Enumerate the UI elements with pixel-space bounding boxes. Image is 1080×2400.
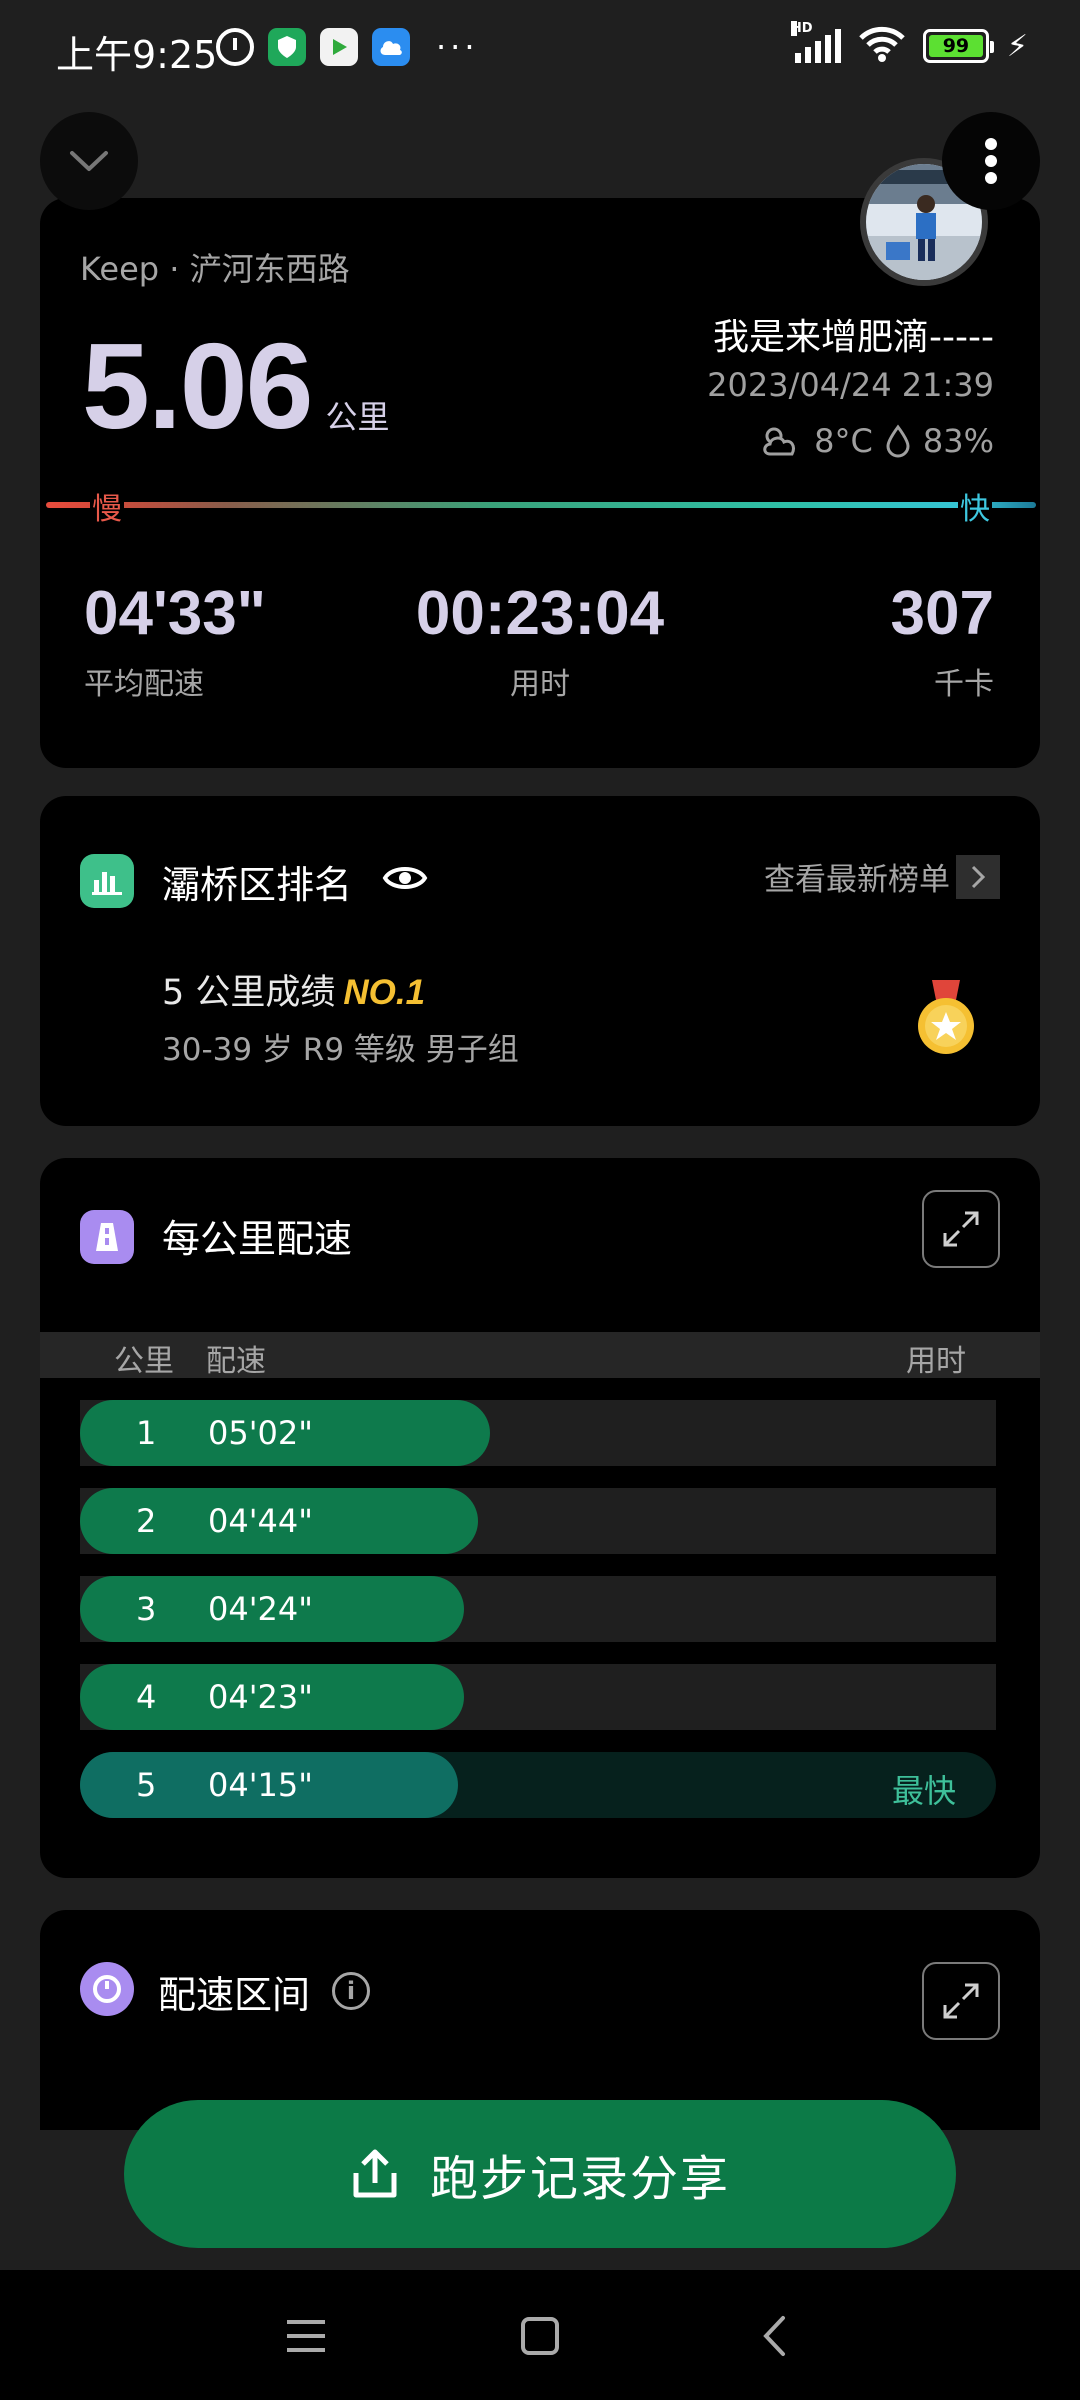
calories-label: 千卡 xyxy=(934,667,994,702)
fastest-badge: 最快 xyxy=(891,1772,956,1810)
collapse-button[interactable] xyxy=(40,112,138,210)
home-icon xyxy=(521,2317,559,2355)
humidity-icon xyxy=(886,424,910,458)
run-summary-card: Keep · 浐河东西路 5.06 公里 我是来增肥滴----- 2023/04… xyxy=(40,198,1040,768)
status-icons-left: ··· xyxy=(216,28,479,66)
status-bar: 上午9:25 ··· HD 99 ⚡ xyxy=(0,0,1080,96)
status-icons-right: HD 99 ⚡ xyxy=(790,21,1028,66)
pace-km: 1 xyxy=(136,1414,157,1452)
pace-table-header: 公里 配速 用时 xyxy=(40,1332,1040,1379)
pace-km: 2 xyxy=(136,1502,157,1540)
pace-row: 2 04'44" xyxy=(80,1488,996,1554)
info-icon[interactable]: i xyxy=(332,1972,370,2010)
pace-km: 5 xyxy=(136,1766,157,1804)
ranking-title: 灞桥区排名 xyxy=(162,863,353,907)
run-datetime: 2023/04/24 21:39 xyxy=(707,366,994,404)
metric-calories: 307 千卡 xyxy=(891,578,994,703)
eye-icon[interactable] xyxy=(382,862,428,898)
weather: 8°C 83% xyxy=(760,422,994,460)
gauge-icon xyxy=(80,1962,134,2016)
system-nav-bar xyxy=(0,2270,1080,2400)
pace-zone-title: 配速区间 xyxy=(158,1973,311,2017)
alarm-icon xyxy=(216,28,254,66)
share-icon xyxy=(353,2149,397,2198)
battery-level: 99 xyxy=(928,35,983,57)
charging-icon: ⚡ xyxy=(1006,28,1028,64)
user-name: 我是来增肥滴----- xyxy=(713,317,994,358)
pace-km: 3 xyxy=(136,1590,157,1628)
gold-medal-icon xyxy=(916,980,976,1060)
pace-zone-card: 配速区间 i xyxy=(40,1910,1040,2130)
run-source: Keep · 浐河东西路 xyxy=(80,250,350,288)
temperature: 8°C xyxy=(814,422,873,460)
header-km: 公里 xyxy=(114,1344,174,1379)
header-time: 用时 xyxy=(906,1344,966,1379)
expand-zone-button[interactable] xyxy=(922,1962,1000,2040)
wifi-icon xyxy=(859,26,905,66)
slow-label: 慢 xyxy=(90,484,124,528)
pace-value: 04'24" xyxy=(208,1590,313,1628)
pace-row: 1 05'02" xyxy=(80,1400,996,1466)
share-run-label: 跑步记录分享 xyxy=(429,2151,730,2207)
menu-icon xyxy=(287,2320,325,2352)
distance: 5.06 公里 xyxy=(82,316,389,456)
back-button[interactable] xyxy=(744,2306,804,2366)
network-type: HD xyxy=(790,21,813,36)
ranking-card[interactable]: 灞桥区排名 查看最新榜单 5 公里成绩 NO.1 30-39 岁 R9 等级 男子… xyxy=(40,796,1040,1126)
more-notifications-icon: ··· xyxy=(436,28,479,66)
rank-result: 5 公里成绩 NO.1 xyxy=(162,964,425,1015)
more-options-button[interactable] xyxy=(942,112,1040,210)
status-time: 上午9:25 xyxy=(56,33,218,77)
cloudy-icon xyxy=(763,427,796,456)
pace-row: 4 04'23" xyxy=(80,1664,996,1730)
battery-icon: 99 xyxy=(922,29,994,63)
header-pace: 配速 xyxy=(206,1344,266,1379)
view-leaderboard-label: 查看最新榜单 xyxy=(764,862,950,898)
shield-app-icon xyxy=(268,28,306,66)
pace-km: 4 xyxy=(136,1678,157,1716)
pace-title: 每公里配速 xyxy=(162,1217,353,1261)
expand-pace-button[interactable] xyxy=(922,1190,1000,1268)
expand-icon xyxy=(943,1983,979,2019)
pace-row-fastest: 5 04'15" 最快 xyxy=(80,1752,996,1818)
pace-value: 04'15" xyxy=(208,1766,313,1804)
rank-group: 30-39 岁 R9 等级 男子组 xyxy=(162,1032,519,1068)
humidity: 83% xyxy=(922,422,994,460)
menu-button[interactable] xyxy=(276,2306,336,2366)
expand-icon xyxy=(943,1211,979,1247)
pace-row: 3 04'24" xyxy=(80,1576,996,1642)
more-vertical-icon xyxy=(985,138,997,184)
video-app-icon xyxy=(320,28,358,66)
pace-value: 04'23" xyxy=(208,1678,313,1716)
cloud-app-icon xyxy=(372,28,410,66)
calories-value: 307 xyxy=(890,579,994,648)
home-button[interactable] xyxy=(510,2306,570,2366)
back-icon xyxy=(763,2316,785,2356)
chevron-right-icon xyxy=(956,854,1000,899)
pace-road-icon xyxy=(80,1210,134,1264)
ranking-chart-icon xyxy=(80,854,134,908)
pace-value: 04'44" xyxy=(208,1502,313,1540)
share-run-button[interactable]: 跑步记录分享 xyxy=(124,2100,956,2248)
rank-number: NO.1 xyxy=(343,973,426,1012)
fast-label: 快 xyxy=(958,484,992,528)
distance-unit: 公里 xyxy=(325,398,390,436)
speed-gradient-bar xyxy=(46,502,1036,508)
pace-value: 05'02" xyxy=(208,1414,313,1452)
signal-icon: HD xyxy=(790,21,841,63)
chevron-down-icon xyxy=(70,151,108,171)
distance-value: 5.06 xyxy=(82,318,313,454)
view-leaderboard-link[interactable]: 查看最新榜单 xyxy=(764,854,1000,899)
rank-result-label: 5 公里成绩 xyxy=(162,973,336,1013)
pace-per-km-card: 每公里配速 公里 配速 用时 1 05'02" 2 04'44" 3 04'24… xyxy=(40,1158,1040,1878)
